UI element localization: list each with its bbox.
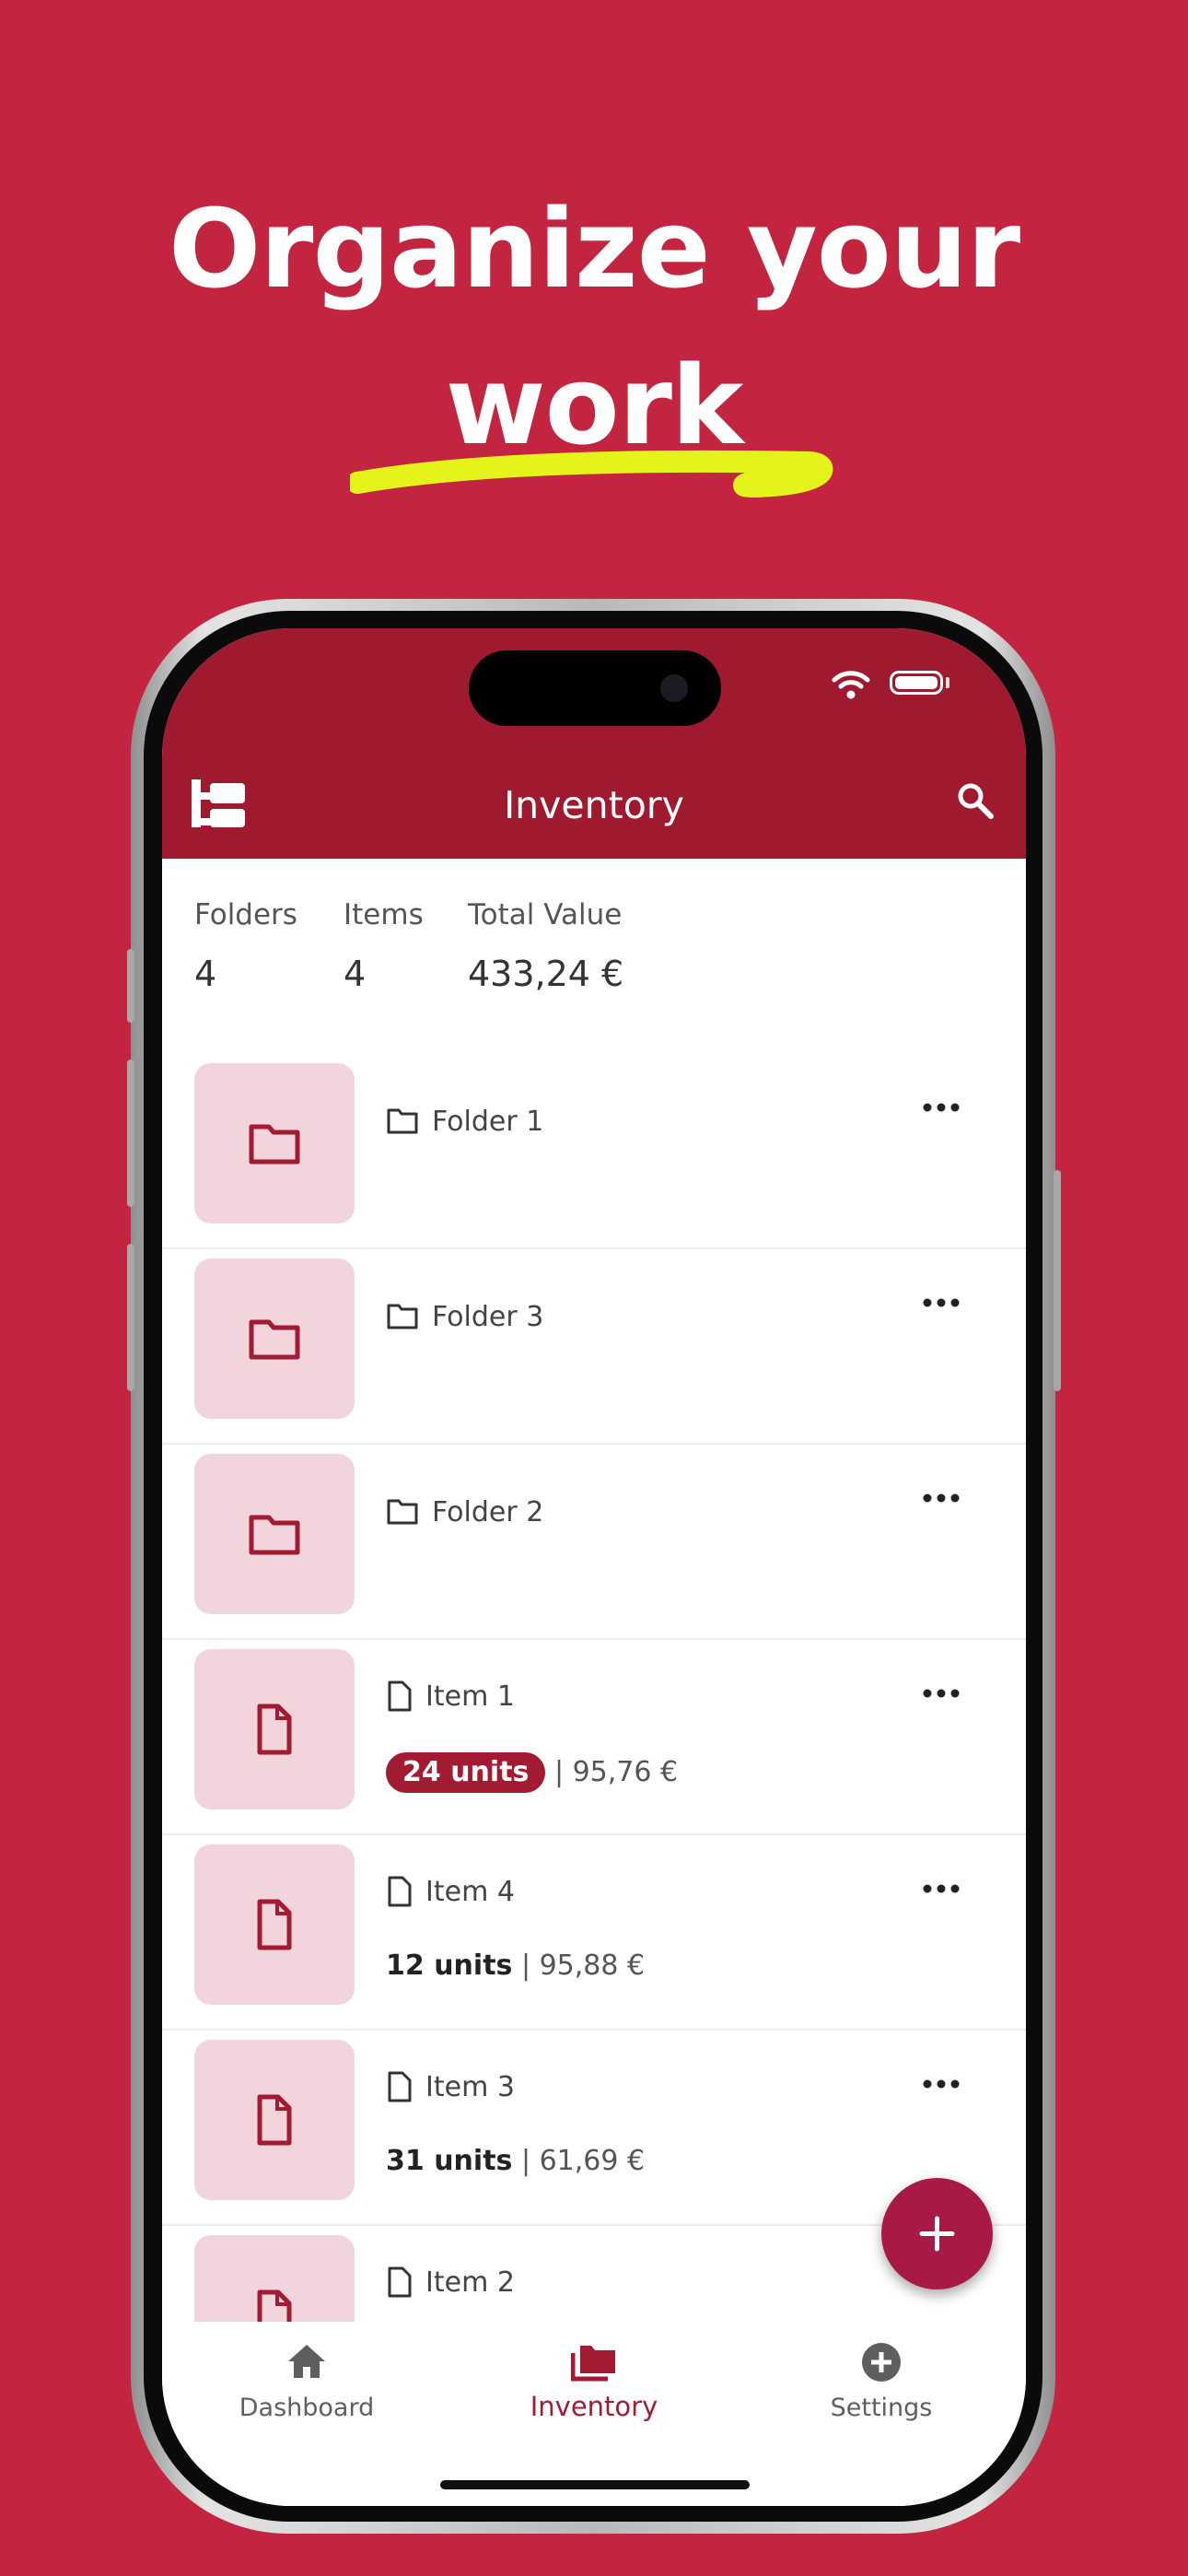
list-item[interactable]: Folder 3: [162, 1249, 1026, 1445]
folders-icon: [570, 2346, 615, 2382]
bottom-navigation: Dashboard Inventory Settings: [162, 2322, 1026, 2506]
folder-thumbnail: [194, 1259, 355, 1419]
home-icon: [288, 2345, 325, 2378]
item-thumbnail: [194, 1844, 355, 2005]
stat-items: Items 4: [344, 896, 424, 997]
item-name: Item 1: [425, 1680, 515, 1713]
page-title: Inventory: [504, 783, 684, 827]
folder-icon: [387, 1108, 418, 1134]
file-icon: [257, 1704, 292, 1755]
folder-thumbnail: [194, 1454, 355, 1614]
summary-stats: Folders 4 Items 4 Total Value 433,24 €: [162, 859, 1026, 1043]
stat-folders: Folders 4: [194, 896, 297, 997]
stat-total-value: Total Value 433,24 €: [468, 896, 623, 997]
stat-value: 4: [344, 954, 367, 994]
plus-circle-icon: [862, 2343, 901, 2382]
battery-nub: [946, 677, 949, 688]
phone-side-button: [1054, 1170, 1061, 1391]
item-meta: 24 units | 95,76 €: [386, 1752, 678, 1793]
list-item[interactable]: Folder 2: [162, 1445, 1026, 1640]
more-options-icon[interactable]: [923, 1493, 960, 1504]
item-name: Item 3: [425, 2071, 515, 2103]
phone-side-button: [127, 1060, 134, 1207]
file-icon: [257, 1899, 292, 1950]
stat-value: 433,24 €: [468, 954, 624, 994]
nav-icon-wrap: [743, 2342, 1019, 2386]
item-thumbnail: [194, 1649, 355, 1809]
home-indicator: [440, 2480, 750, 2489]
folder-icon: [387, 1304, 418, 1329]
stat-label: Folders: [194, 898, 297, 931]
item-name: Folder 1: [432, 1106, 544, 1138]
nav-label: Settings: [830, 2394, 933, 2422]
plus-icon: [919, 2216, 955, 2252]
file-icon: [388, 2071, 412, 2102]
item-meta: 31 units | 61,69 €: [386, 2143, 645, 2180]
nav-icon-wrap: [169, 2342, 445, 2384]
add-button[interactable]: [881, 2178, 993, 2289]
file-icon: [388, 1876, 412, 1907]
camera-icon: [660, 674, 688, 702]
stat-label: Items: [344, 898, 424, 931]
nav-label: Inventory: [530, 2391, 658, 2422]
folder-icon: [249, 1515, 300, 1555]
app-screen: Inventory Folders 4 Items 4 Total Value …: [162, 628, 1026, 2506]
folder-icon: [387, 1499, 418, 1525]
list-item[interactable]: Item 1 24 units | 95,76 €: [162, 1640, 1026, 1835]
item-price: | 61,69 €: [520, 2145, 646, 2177]
phone-side-button: [127, 949, 134, 1023]
list-item[interactable]: Item 4 12 units | 95,88 €: [162, 1835, 1026, 2031]
units-badge: 24 units: [386, 1752, 546, 1793]
stat-value: 4: [194, 954, 217, 994]
item-price: | 95,76 €: [553, 1756, 679, 1788]
dynamic-island: [469, 650, 721, 726]
folder-thumbnail: [194, 1063, 355, 1224]
app-bar: Inventory: [162, 628, 1026, 859]
more-options-icon[interactable]: [923, 2078, 960, 2090]
search-icon[interactable]: [956, 781, 995, 820]
item-name: Folder 2: [432, 1496, 544, 1528]
item-name: Folder 3: [432, 1301, 544, 1333]
hero-headline: Organize your work: [0, 170, 1188, 484]
phone-side-button: [127, 1244, 134, 1391]
nav-label: Dashboard: [239, 2394, 375, 2422]
file-icon: [257, 2094, 292, 2146]
item-price: | 95,88 €: [520, 1950, 646, 1982]
more-options-icon[interactable]: [923, 1688, 960, 1699]
battery-icon: [890, 671, 943, 695]
nav-icon-wrap: [456, 2342, 732, 2386]
item-thumbnail: [194, 2040, 355, 2200]
highlight-underline: [350, 450, 833, 498]
more-options-icon[interactable]: [923, 1297, 960, 1308]
file-icon: [388, 2266, 412, 2298]
file-icon: [388, 1680, 412, 1712]
units-text: 31 units: [386, 2145, 513, 2177]
units-text: 12 units: [386, 1950, 513, 1982]
item-name: Item 2: [425, 2266, 515, 2299]
hero-line-1: Organize your: [168, 185, 1020, 312]
more-options-icon[interactable]: [923, 1883, 960, 1894]
folder-icon: [249, 1124, 300, 1165]
more-options-icon[interactable]: [923, 1102, 960, 1113]
item-name: Item 4: [425, 1876, 515, 1908]
list-item[interactable]: Folder 1: [162, 1054, 1026, 1249]
item-meta: 12 units | 95,88 €: [386, 1948, 645, 1985]
stat-label: Total Value: [468, 898, 623, 931]
folder-icon: [249, 1319, 300, 1360]
wifi-icon: [832, 671, 870, 699]
